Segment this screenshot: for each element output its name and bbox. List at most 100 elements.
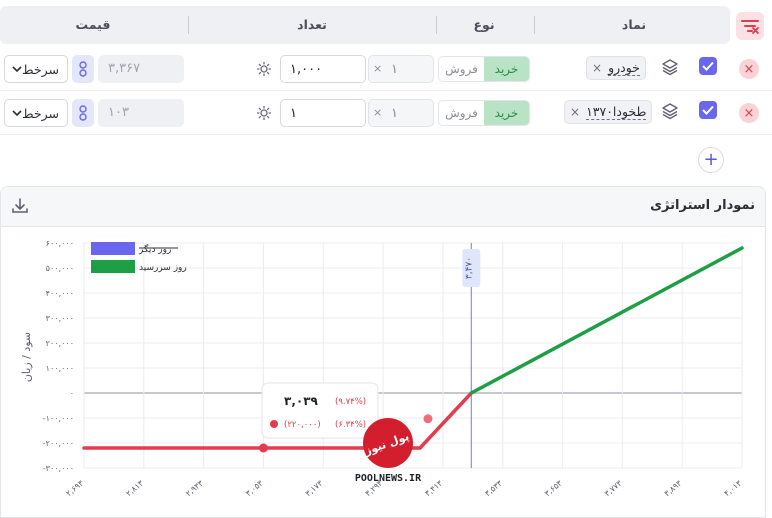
add-row-button[interactable]: + xyxy=(698,147,724,173)
download-icon[interactable] xyxy=(11,197,29,215)
close-icon: × xyxy=(743,105,755,121)
price-type-label: سرخط xyxy=(22,106,59,121)
y-tick-label: ۱۰۰,۰۰۰ xyxy=(46,364,74,373)
header-count: تعداد xyxy=(297,17,327,32)
count-input[interactable]: ۱ xyxy=(280,99,366,127)
price-value: ۱۰۳ xyxy=(108,105,129,120)
x-tick-label: ۲,۸۱۳ xyxy=(124,478,145,498)
y-tick-label: ۶۰۰,۰۰۰ xyxy=(46,239,74,248)
multiplier-value: ۱ xyxy=(391,62,398,77)
header-symbol: نماد xyxy=(621,17,647,32)
y-tick-label: ۵۰۰,۰۰۰ xyxy=(46,264,74,273)
y-axis-label: سود / زیان xyxy=(20,332,33,382)
y-axis-ticks: ۶۰۰,۰۰۰ ۵۰۰,۰۰۰ ۴۰۰,۰۰۰ ۳۰۰,۰۰۰ ۲۰۰,۰۰۰ ۱۰۰,۰… xyxy=(43,239,74,473)
y-tick-label: -۳۰۰,۰۰۰ xyxy=(43,464,74,473)
price-input[interactable]: ۳,۳۶۷ xyxy=(98,55,184,83)
y-tick-label: -۱۰۰,۰۰۰ xyxy=(43,414,74,423)
x-tick-label: ۳,۱۷۳ xyxy=(304,478,325,498)
close-icon: × xyxy=(743,61,755,77)
x-tick-label: ۳,۴۱۳ xyxy=(423,478,444,498)
price-value: ۳,۳۶۷ xyxy=(108,61,141,76)
multiply-icon: × xyxy=(373,106,383,119)
remove-symbol-icon[interactable]: × xyxy=(592,61,602,75)
x-tick-label: ۲,۹۳۳ xyxy=(184,478,205,498)
price-input[interactable]: ۱۰۳ xyxy=(98,99,184,127)
price-type-select[interactable]: سرخط xyxy=(4,99,68,127)
legend-label: روز سررسید xyxy=(139,263,187,273)
x-tick-label: ۳,۰۵۳ xyxy=(244,478,265,498)
row-divider xyxy=(0,134,772,135)
table-row: × × خودرو فروش خرید × ۱ ۱,۰۰۰ ۳,۳۶۷ سرخط xyxy=(0,47,772,91)
buy-option[interactable]: خرید xyxy=(484,101,529,125)
header-type: نوع xyxy=(473,17,495,32)
chart-grid xyxy=(83,242,743,469)
tooltip-percent: (۹.۷۴%) xyxy=(335,397,366,407)
multiplier-value: ۱ xyxy=(391,106,398,121)
buy-option[interactable]: خرید xyxy=(484,57,529,81)
profit-segment xyxy=(469,246,744,395)
multiplier-field[interactable]: × ۱ xyxy=(368,99,434,127)
sell-option[interactable]: فروش xyxy=(439,101,484,125)
check-icon xyxy=(702,105,714,115)
link-icon xyxy=(79,61,87,77)
price-link-button[interactable] xyxy=(72,55,94,83)
layers-icon[interactable] xyxy=(660,101,680,121)
y-tick-label: ۴۰۰,۰۰۰ xyxy=(46,289,74,298)
gear-icon[interactable] xyxy=(256,61,272,77)
y-tick-label: -۲۰۰,۰۰۰ xyxy=(43,439,74,448)
x-tick-label: ۲,۶۹۳ xyxy=(64,478,85,498)
count-value: ۱ xyxy=(290,106,297,121)
legend-swatch xyxy=(91,260,135,273)
price-type-label: سرخط xyxy=(22,62,59,77)
symbol-name: طخودا۱۳۷۰ xyxy=(586,104,647,120)
header-separator xyxy=(534,16,535,34)
multiply-icon: × xyxy=(373,62,383,75)
symbol-chip[interactable]: × خودرو xyxy=(586,56,646,80)
clear-filter-button[interactable] xyxy=(736,12,764,40)
payoff-point xyxy=(422,413,434,425)
y-tick-label: ۰ xyxy=(70,389,74,398)
remove-symbol-icon[interactable]: × xyxy=(570,105,580,119)
y-tick-label: ۲۰۰,۰۰۰ xyxy=(46,339,74,348)
price-type-select[interactable]: سرخط xyxy=(4,55,68,83)
layers-icon[interactable] xyxy=(660,57,680,77)
table-header: نماد نوع تعداد قیمت xyxy=(0,6,730,44)
remove-row-button[interactable]: × xyxy=(739,59,759,79)
header-separator xyxy=(188,16,189,34)
price-marker-label: ۳,۴۷۰ xyxy=(464,257,474,279)
table-row: × × طخودا۱۳۷۰ فروش خرید × ۱ ۱ ۱۰۳ سرخط xyxy=(0,91,772,135)
trade-type-toggle: فروش خرید xyxy=(438,100,530,126)
gear-icon[interactable] xyxy=(256,105,272,121)
plus-icon: + xyxy=(703,149,719,170)
count-input[interactable]: ۱,۰۰۰ xyxy=(280,55,366,83)
header-price: قیمت xyxy=(75,17,111,32)
sell-option[interactable]: فروش xyxy=(439,57,484,81)
tooltip-loss: (۲۲۰,۰۰۰) xyxy=(284,420,321,430)
symbol-name: خودرو xyxy=(608,60,640,76)
count-value: ۱,۰۰۰ xyxy=(290,62,323,77)
header-separator xyxy=(436,16,437,34)
link-icon xyxy=(79,105,87,121)
watermark-site: POOLNEWS.IR xyxy=(355,473,422,484)
price-link-button[interactable] xyxy=(72,99,94,127)
x-tick-label: ۳,۵۳۳ xyxy=(483,478,504,498)
remove-row-button[interactable]: × xyxy=(739,103,759,123)
trade-type-toggle: فروش خرید xyxy=(438,56,530,82)
chart-legend: روز دیگر روز سررسید xyxy=(91,242,187,273)
symbol-chip[interactable]: × طخودا۱۳۷۰ xyxy=(564,100,653,124)
panel-header: نمودار استراتژی xyxy=(1,187,765,227)
row-checkbox[interactable] xyxy=(699,101,717,119)
tooltip-value: ۳,۰۳۹ xyxy=(284,394,319,408)
clear-filter-icon xyxy=(741,20,759,34)
panel-title: نمودار استراتژی xyxy=(650,198,755,213)
chart-tooltip: ۳,۰۳۹ (۹.۷۴%) (۲۲۰,۰۰۰) (۶.۳۴%) xyxy=(261,382,379,439)
legend-label: روز دیگر xyxy=(138,243,171,255)
strategy-chart: ۶۰۰,۰۰۰ ۵۰۰,۰۰۰ ۴۰۰,۰۰۰ ۳۰۰,۰۰۰ ۲۰۰,۰۰۰ ۱۰۰,۰… xyxy=(20,239,744,498)
check-icon xyxy=(702,61,714,71)
row-checkbox[interactable] xyxy=(699,57,717,75)
tooltip-percent: (۶.۳۴%) xyxy=(335,420,366,430)
y-tick-label: ۳۰۰,۰۰۰ xyxy=(46,314,74,323)
payoff-point xyxy=(258,443,268,453)
multiplier-field[interactable]: × ۱ xyxy=(368,55,434,83)
tooltip-dot xyxy=(270,420,278,428)
